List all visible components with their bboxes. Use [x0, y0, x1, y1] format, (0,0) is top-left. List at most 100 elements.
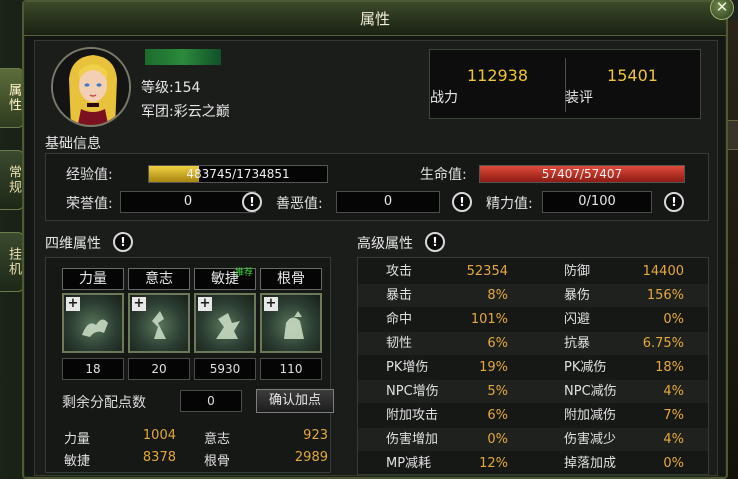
- advanced-attr-label: 暴伤: [564, 288, 591, 303]
- side-tab-general[interactable]: 常规: [0, 150, 24, 210]
- combat-power-value: 112938: [466, 66, 529, 85]
- advanced-attr-row: 韧性 6% 抗暴 6.75%: [358, 332, 708, 355]
- advanced-attr-value: 8%: [487, 288, 508, 303]
- advanced-attr-row: 附加攻击 6% 附加减伤 7%: [358, 404, 708, 427]
- power-summary: 112938 战力 15401 装评: [429, 49, 701, 119]
- attr-header-strength: 力量: [62, 268, 124, 290]
- advanced-attr-row: 暴击 8% 暴伤 156%: [358, 284, 708, 307]
- attr-header-constitution: 根骨: [260, 268, 322, 290]
- honor-value: 0: [120, 191, 256, 213]
- total-constitution-label: 根骨: [204, 454, 231, 469]
- advanced-attr-label: 附加减伤: [564, 408, 617, 423]
- advanced-title: 高级属性: [357, 236, 413, 252]
- advanced-attr-value: 12%: [479, 456, 508, 471]
- exp-bar-text: 483745/1734851: [186, 167, 290, 181]
- advanced-attr-label: NPC增伤: [386, 384, 439, 399]
- advanced-attr-value: 6%: [487, 336, 508, 351]
- advanced-attr-value: 52354: [466, 264, 508, 279]
- will-icon[interactable]: +: [128, 293, 190, 353]
- advanced-attr-label: NPC减伤: [564, 384, 617, 399]
- advanced-attr-value: 4%: [663, 432, 684, 447]
- recommend-badge: 推荐: [234, 268, 253, 278]
- constitution-glyph-icon: [284, 311, 304, 339]
- confirm-allocate-button[interactable]: 确认加点: [256, 389, 334, 413]
- exp-bar: 483745/1734851: [148, 165, 328, 183]
- strength-icon[interactable]: +: [62, 293, 124, 353]
- gear-score-value: 15401: [607, 66, 658, 85]
- advanced-attr-value: 6.75%: [642, 336, 684, 351]
- gear-score-label: 装评: [565, 90, 593, 106]
- attribute-window: 属性 ✕ 等级:154 军团:彩云之巅 112938 战力 15401 装评 基…: [22, 0, 734, 479]
- constitution-points: 110: [260, 358, 322, 380]
- total-stat-row: 敏捷 8378 根骨 2989: [64, 450, 328, 469]
- advanced-attr-value: 18%: [655, 360, 684, 375]
- total-agility-label: 敏捷: [64, 454, 91, 469]
- side-tab-attributes[interactable]: 属性: [0, 68, 24, 128]
- agility-glyph-icon: [216, 313, 240, 339]
- advanced-attr-label: 防御: [564, 264, 591, 279]
- four-dim-box: 力量 意志 敏捷 推荐 根骨 + + + + 18 20 5930 110 剩余…: [45, 257, 334, 473]
- corps-label: 军团:彩云之巅: [141, 104, 230, 120]
- advanced-attr-label: 掉落加成: [564, 456, 617, 471]
- total-will-value: 923: [303, 428, 328, 443]
- side-tab-autoplay[interactable]: 挂机: [0, 232, 24, 292]
- advanced-attr-box: 攻击 52354 防御 14400 暴击 8% 暴伤 156% 命中 101% 闪避 0% 韧性 6% 抗暴…: [357, 257, 709, 475]
- advanced-attr-row: PK增伤 19% PK减伤 18%: [358, 356, 708, 379]
- advanced-attr-label: PK减伤: [564, 360, 607, 375]
- combat-power: 112938 战力: [430, 50, 565, 118]
- advanced-attr-label: 命中: [386, 312, 413, 327]
- karma-label: 善恶值:: [276, 196, 323, 212]
- advanced-attr-label: 抗暴: [564, 336, 591, 351]
- will-glyph-icon: [152, 311, 166, 339]
- character-avatar: [51, 47, 131, 127]
- remaining-points-value: 0: [180, 390, 242, 412]
- strength-glyph-icon: [82, 319, 108, 337]
- advanced-attr-value: 6%: [487, 408, 508, 423]
- strength-points: 18: [62, 358, 124, 380]
- basic-info-title: 基础信息: [45, 136, 101, 152]
- advanced-attr-value: 14400: [642, 264, 684, 279]
- four-dim-title: 四维属性: [45, 236, 101, 252]
- hp-bar: 57407/57407: [479, 165, 685, 183]
- gear-score: 15401 装评: [565, 50, 700, 118]
- advanced-attr-label: 韧性: [386, 336, 413, 351]
- remaining-points-label: 剩余分配点数: [62, 395, 146, 411]
- constitution-icon[interactable]: +: [260, 293, 322, 353]
- advanced-attr-value: 5%: [487, 384, 508, 399]
- advanced-attr-label: 伤害减少: [564, 432, 617, 447]
- advanced-attr-row: 攻击 52354 防御 14400: [358, 260, 708, 283]
- advanced-attr-row: MP减耗 12% 掉落加成 0%: [358, 452, 708, 475]
- advanced-attr-label: 闪避: [564, 312, 591, 327]
- advanced-attr-value: 0%: [663, 312, 684, 327]
- total-strength-value: 1004: [142, 428, 176, 443]
- advanced-attr-row: NPC增伤 5% NPC减伤 4%: [358, 380, 708, 403]
- attr-header-agility: 敏捷 推荐: [194, 268, 256, 290]
- energy-info-icon[interactable]: !: [664, 192, 684, 212]
- agility-icon[interactable]: +: [194, 293, 256, 353]
- total-constitution-value: 2989: [294, 450, 328, 465]
- advanced-attr-value: 4%: [663, 384, 684, 399]
- attr-header-will: 意志: [128, 268, 190, 290]
- advanced-attr-value: 7%: [663, 408, 684, 423]
- advanced-attr-label: 攻击: [386, 264, 413, 279]
- advanced-info-icon[interactable]: !: [425, 232, 445, 252]
- player-name-masked: [145, 49, 221, 65]
- total-strength-label: 力量: [64, 432, 91, 447]
- honor-info-icon[interactable]: !: [242, 192, 262, 212]
- four-dim-info-icon[interactable]: !: [113, 232, 133, 252]
- advanced-attr-label: PK增伤: [386, 360, 429, 375]
- advanced-attr-label: 附加攻击: [386, 408, 439, 423]
- hp-label: 生命值:: [420, 167, 467, 183]
- energy-label: 精力值:: [486, 196, 533, 212]
- honor-label: 荣誉值:: [66, 196, 113, 212]
- karma-info-icon[interactable]: !: [452, 192, 472, 212]
- window-title: 属性: [24, 2, 726, 36]
- combat-power-label: 战力: [430, 90, 458, 106]
- will-points: 20: [128, 358, 190, 380]
- total-agility-value: 8378: [142, 450, 176, 465]
- advanced-attr-value: 101%: [470, 312, 508, 327]
- agility-points: 5930: [194, 358, 256, 380]
- energy-value: 0/100: [542, 191, 652, 213]
- total-will-label: 意志: [204, 432, 231, 447]
- advanced-attr-value: 0%: [487, 432, 508, 447]
